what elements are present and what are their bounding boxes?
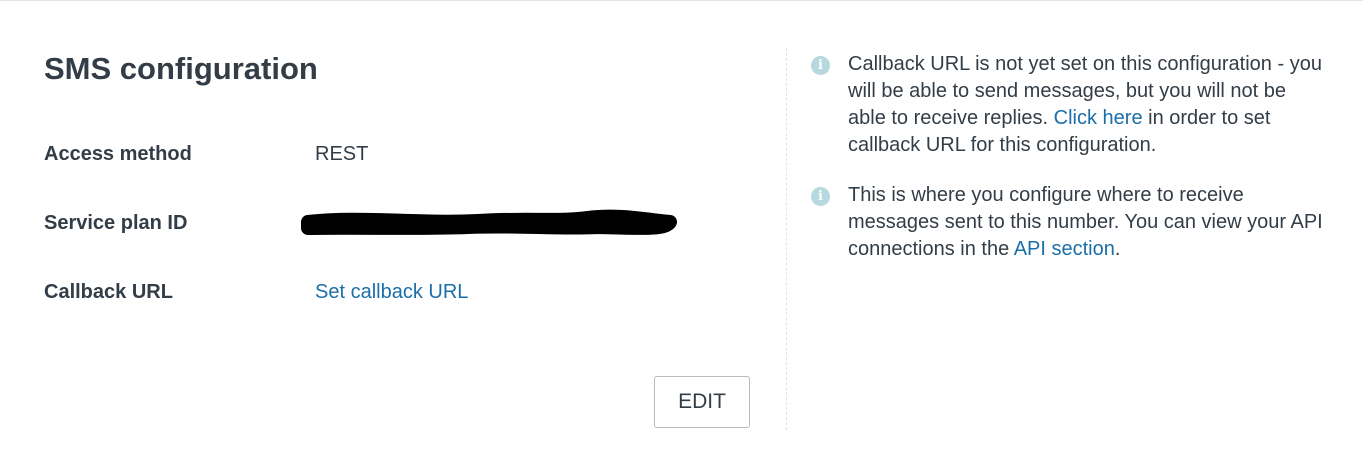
panel-divider — [786, 48, 787, 430]
page-title: SMS configuration — [44, 51, 318, 86]
callback-url-label: Callback URL — [44, 281, 173, 303]
access-method-label: Access method — [44, 143, 192, 165]
click-here-link[interactable]: Click here — [1054, 107, 1143, 129]
info-icon: i — [811, 56, 830, 75]
service-plan-id-label: Service plan ID — [44, 212, 188, 234]
service-plan-id-redacted — [301, 209, 677, 235]
access-method-value: REST — [315, 143, 369, 165]
configuration-info: i This is where you configure where to r… — [811, 182, 1323, 266]
set-callback-url-link[interactable]: Set callback URL — [315, 279, 468, 305]
callback-url-info-text: Callback URL is not yet set on this conf… — [848, 53, 1322, 156]
edit-button[interactable]: EDIT — [654, 376, 750, 428]
api-section-link[interactable]: API section — [1014, 238, 1115, 260]
callback-url-info: i Callback URL is not yet set on this co… — [811, 51, 1322, 161]
info-icon: i — [811, 187, 830, 206]
configuration-info-text: This is where you configure where to rec… — [848, 184, 1323, 260]
sms-configuration-panel: SMS configuration Access method REST Ser… — [0, 0, 786, 471]
